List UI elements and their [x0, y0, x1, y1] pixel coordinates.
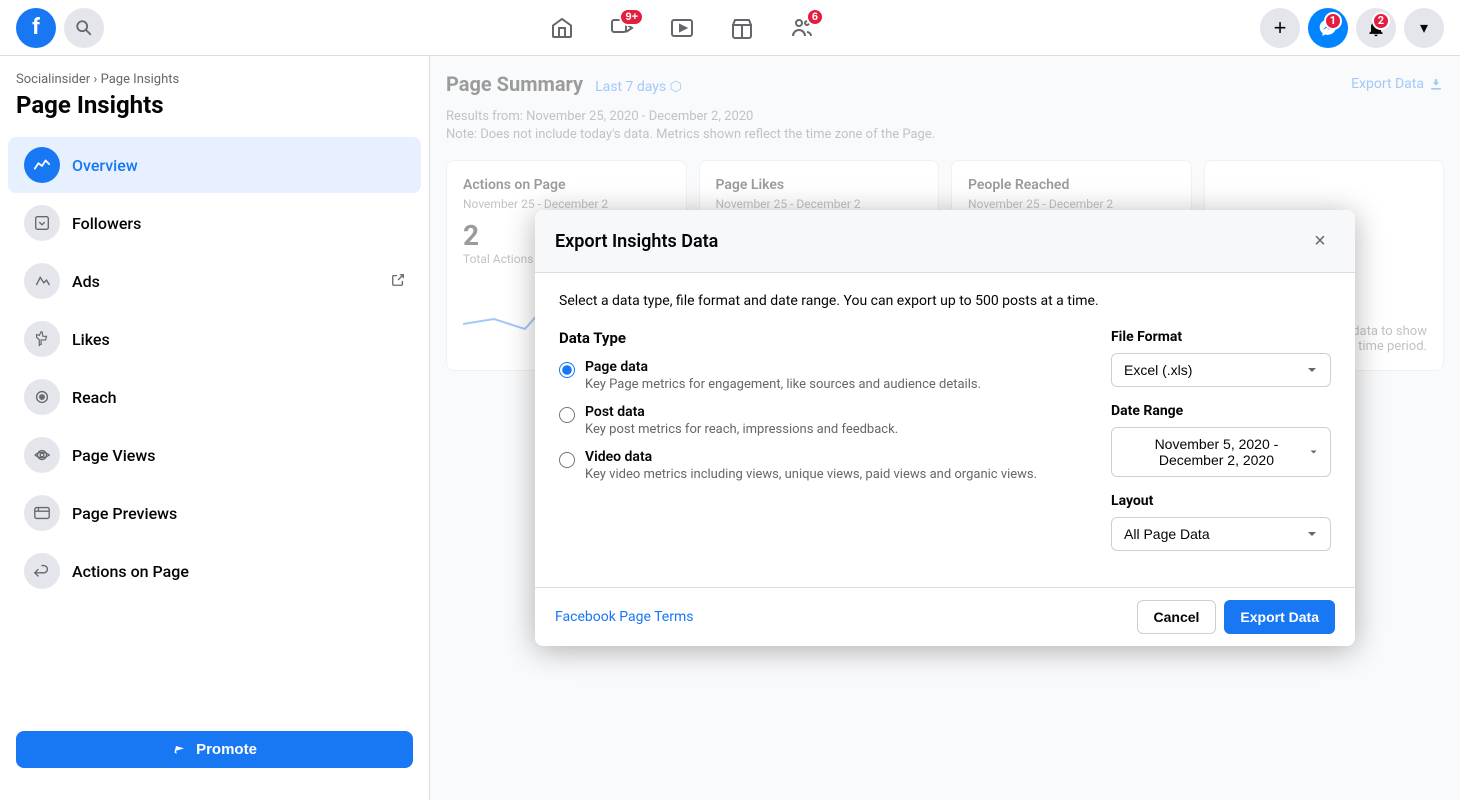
date-range-label: Date Range: [1111, 403, 1331, 419]
page-previews-icon-circle: [24, 495, 60, 531]
topnav-right: + 1 2 ▾: [1260, 8, 1444, 48]
layout-label: Layout: [1111, 493, 1331, 509]
search-button[interactable]: [64, 8, 104, 48]
radio-post-data-label: Post data: [585, 404, 898, 420]
modal-close-button[interactable]: ×: [1305, 226, 1335, 256]
promote-label: Promote: [196, 741, 257, 758]
layout-select[interactable]: All Page Data: [1111, 517, 1331, 551]
sidebar-item-reach[interactable]: Reach: [8, 369, 421, 425]
promote-button[interactable]: Promote: [16, 731, 413, 768]
breadcrumb: Socialinsider › Page Insights: [16, 72, 413, 87]
radio-page-data-input[interactable]: [559, 362, 575, 378]
modal-description: Select a data type, file format and date…: [559, 293, 1331, 309]
data-type-radio-group: Page data Key Page metrics for engagemen…: [559, 359, 1079, 482]
sidebar-item-ads[interactable]: Ads: [8, 253, 421, 309]
sidebar-item-label-followers: Followers: [72, 214, 141, 233]
bell-button-wrap: 2: [1356, 8, 1396, 48]
groups-badge: 6: [806, 8, 824, 26]
sidebar-item-followers[interactable]: Followers: [8, 195, 421, 251]
file-format-select[interactable]: Excel (.xls): [1111, 353, 1331, 387]
menu-button[interactable]: ▾: [1404, 8, 1444, 48]
sidebar-item-label-reach: Reach: [72, 388, 117, 407]
actions-icon-circle: [24, 553, 60, 589]
sidebar-item-page-views[interactable]: Page Views: [8, 427, 421, 483]
data-type-label: Data Type: [559, 329, 1079, 347]
sidebar-header: Socialinsider › Page Insights Page Insig…: [0, 72, 429, 135]
sidebar-item-label-overview: Overview: [72, 156, 138, 175]
date-range-value: November 5, 2020 - December 2, 2020: [1124, 436, 1309, 468]
modal-body: Select a data type, file format and date…: [535, 273, 1355, 587]
sidebar-item-likes[interactable]: Likes: [8, 311, 421, 367]
nav-groups-button[interactable]: 6: [774, 4, 830, 52]
page-title: Page Insights: [16, 91, 413, 119]
nav-notifications-button[interactable]: 9+: [594, 4, 650, 52]
date-range-select[interactable]: November 5, 2020 - December 2, 2020: [1111, 427, 1331, 477]
notifications-badge: 9+: [619, 8, 644, 26]
breadcrumb-parent[interactable]: Socialinsider: [16, 72, 90, 87]
sidebar-item-label-likes: Likes: [72, 330, 110, 349]
radio-post-data-input[interactable]: [559, 407, 575, 423]
sidebar-item-overview[interactable]: Overview: [8, 137, 421, 193]
main-content: Page Summary Last 7 days ⬡ Export Data R…: [430, 56, 1460, 800]
sidebar-item-page-previews[interactable]: Page Previews: [8, 485, 421, 541]
export-data-button[interactable]: Export Data: [1224, 600, 1335, 634]
topnav-left: f: [16, 8, 104, 48]
sidebar-item-label-page-previews: Page Previews: [72, 504, 177, 523]
ads-icon-circle: [24, 263, 60, 299]
cancel-button[interactable]: Cancel: [1137, 600, 1217, 634]
export-modal: Export Insights Data × Select a data typ…: [535, 210, 1355, 646]
sidebar-item-label-ads: Ads: [72, 272, 100, 291]
nav-home-button[interactable]: [534, 4, 590, 52]
radio-video-data-label: Video data: [585, 449, 1037, 465]
page-views-icon-circle: [24, 437, 60, 473]
overview-icon-circle: [24, 147, 60, 183]
sidebar-item-actions-on-page[interactable]: Actions on Page: [8, 543, 421, 599]
followers-icon-circle: [24, 205, 60, 241]
file-format-label: File Format: [1111, 329, 1331, 345]
modal-title: Export Insights Data: [555, 231, 718, 252]
sidebar-navigation: Overview Followers Ads: [0, 135, 429, 715]
sidebar: Socialinsider › Page Insights Page Insig…: [0, 56, 430, 800]
layout-value: All Page Data: [1124, 526, 1210, 542]
sidebar-item-label-page-views: Page Views: [72, 446, 155, 465]
add-button[interactable]: +: [1260, 8, 1300, 48]
radio-page-data-desc: Key Page metrics for engagement, like so…: [585, 377, 981, 392]
radio-video-data[interactable]: Video data Key video metrics including v…: [559, 449, 1079, 482]
radio-video-data-desc: Key video metrics including views, uniqu…: [585, 467, 1037, 482]
bell-badge: 2: [1372, 12, 1390, 30]
modal-columns: Data Type Page data Key Page metrics for…: [559, 329, 1331, 567]
nav-marketplace-button[interactable]: [714, 4, 770, 52]
top-navigation: f 9+ 6 +: [0, 0, 1460, 56]
messenger-button-wrap: 1: [1308, 8, 1348, 48]
radio-page-data-label: Page data: [585, 359, 981, 375]
external-link-icon: [391, 272, 405, 291]
likes-icon-circle: [24, 321, 60, 357]
modal-right-column: File Format Excel (.xls) Date Range Nove…: [1111, 329, 1331, 567]
modal-left-column: Data Type Page data Key Page metrics for…: [559, 329, 1079, 567]
facebook-logo[interactable]: f: [16, 8, 56, 48]
nav-watch-button[interactable]: [654, 4, 710, 52]
modal-footer: Facebook Page Terms Cancel Export Data: [535, 587, 1355, 646]
footer-buttons: Cancel Export Data: [1137, 600, 1336, 634]
terms-link[interactable]: Facebook Page Terms: [555, 609, 693, 625]
add-button-wrap: +: [1260, 8, 1300, 48]
modal-header: Export Insights Data ×: [535, 210, 1355, 273]
messenger-badge: 1: [1324, 12, 1342, 30]
reach-icon-circle: [24, 379, 60, 415]
sidebar-item-label-actions-on-page: Actions on Page: [72, 562, 189, 581]
radio-page-data[interactable]: Page data Key Page metrics for engagemen…: [559, 359, 1079, 392]
radio-video-data-input[interactable]: [559, 452, 575, 468]
topnav-center: 9+ 6: [534, 4, 830, 52]
main-layout: Socialinsider › Page Insights Page Insig…: [0, 0, 1460, 800]
breadcrumb-child[interactable]: Page Insights: [101, 72, 180, 87]
radio-post-data[interactable]: Post data Key post metrics for reach, im…: [559, 404, 1079, 437]
radio-post-data-desc: Key post metrics for reach, impressions …: [585, 422, 898, 437]
file-format-value: Excel (.xls): [1124, 362, 1192, 378]
